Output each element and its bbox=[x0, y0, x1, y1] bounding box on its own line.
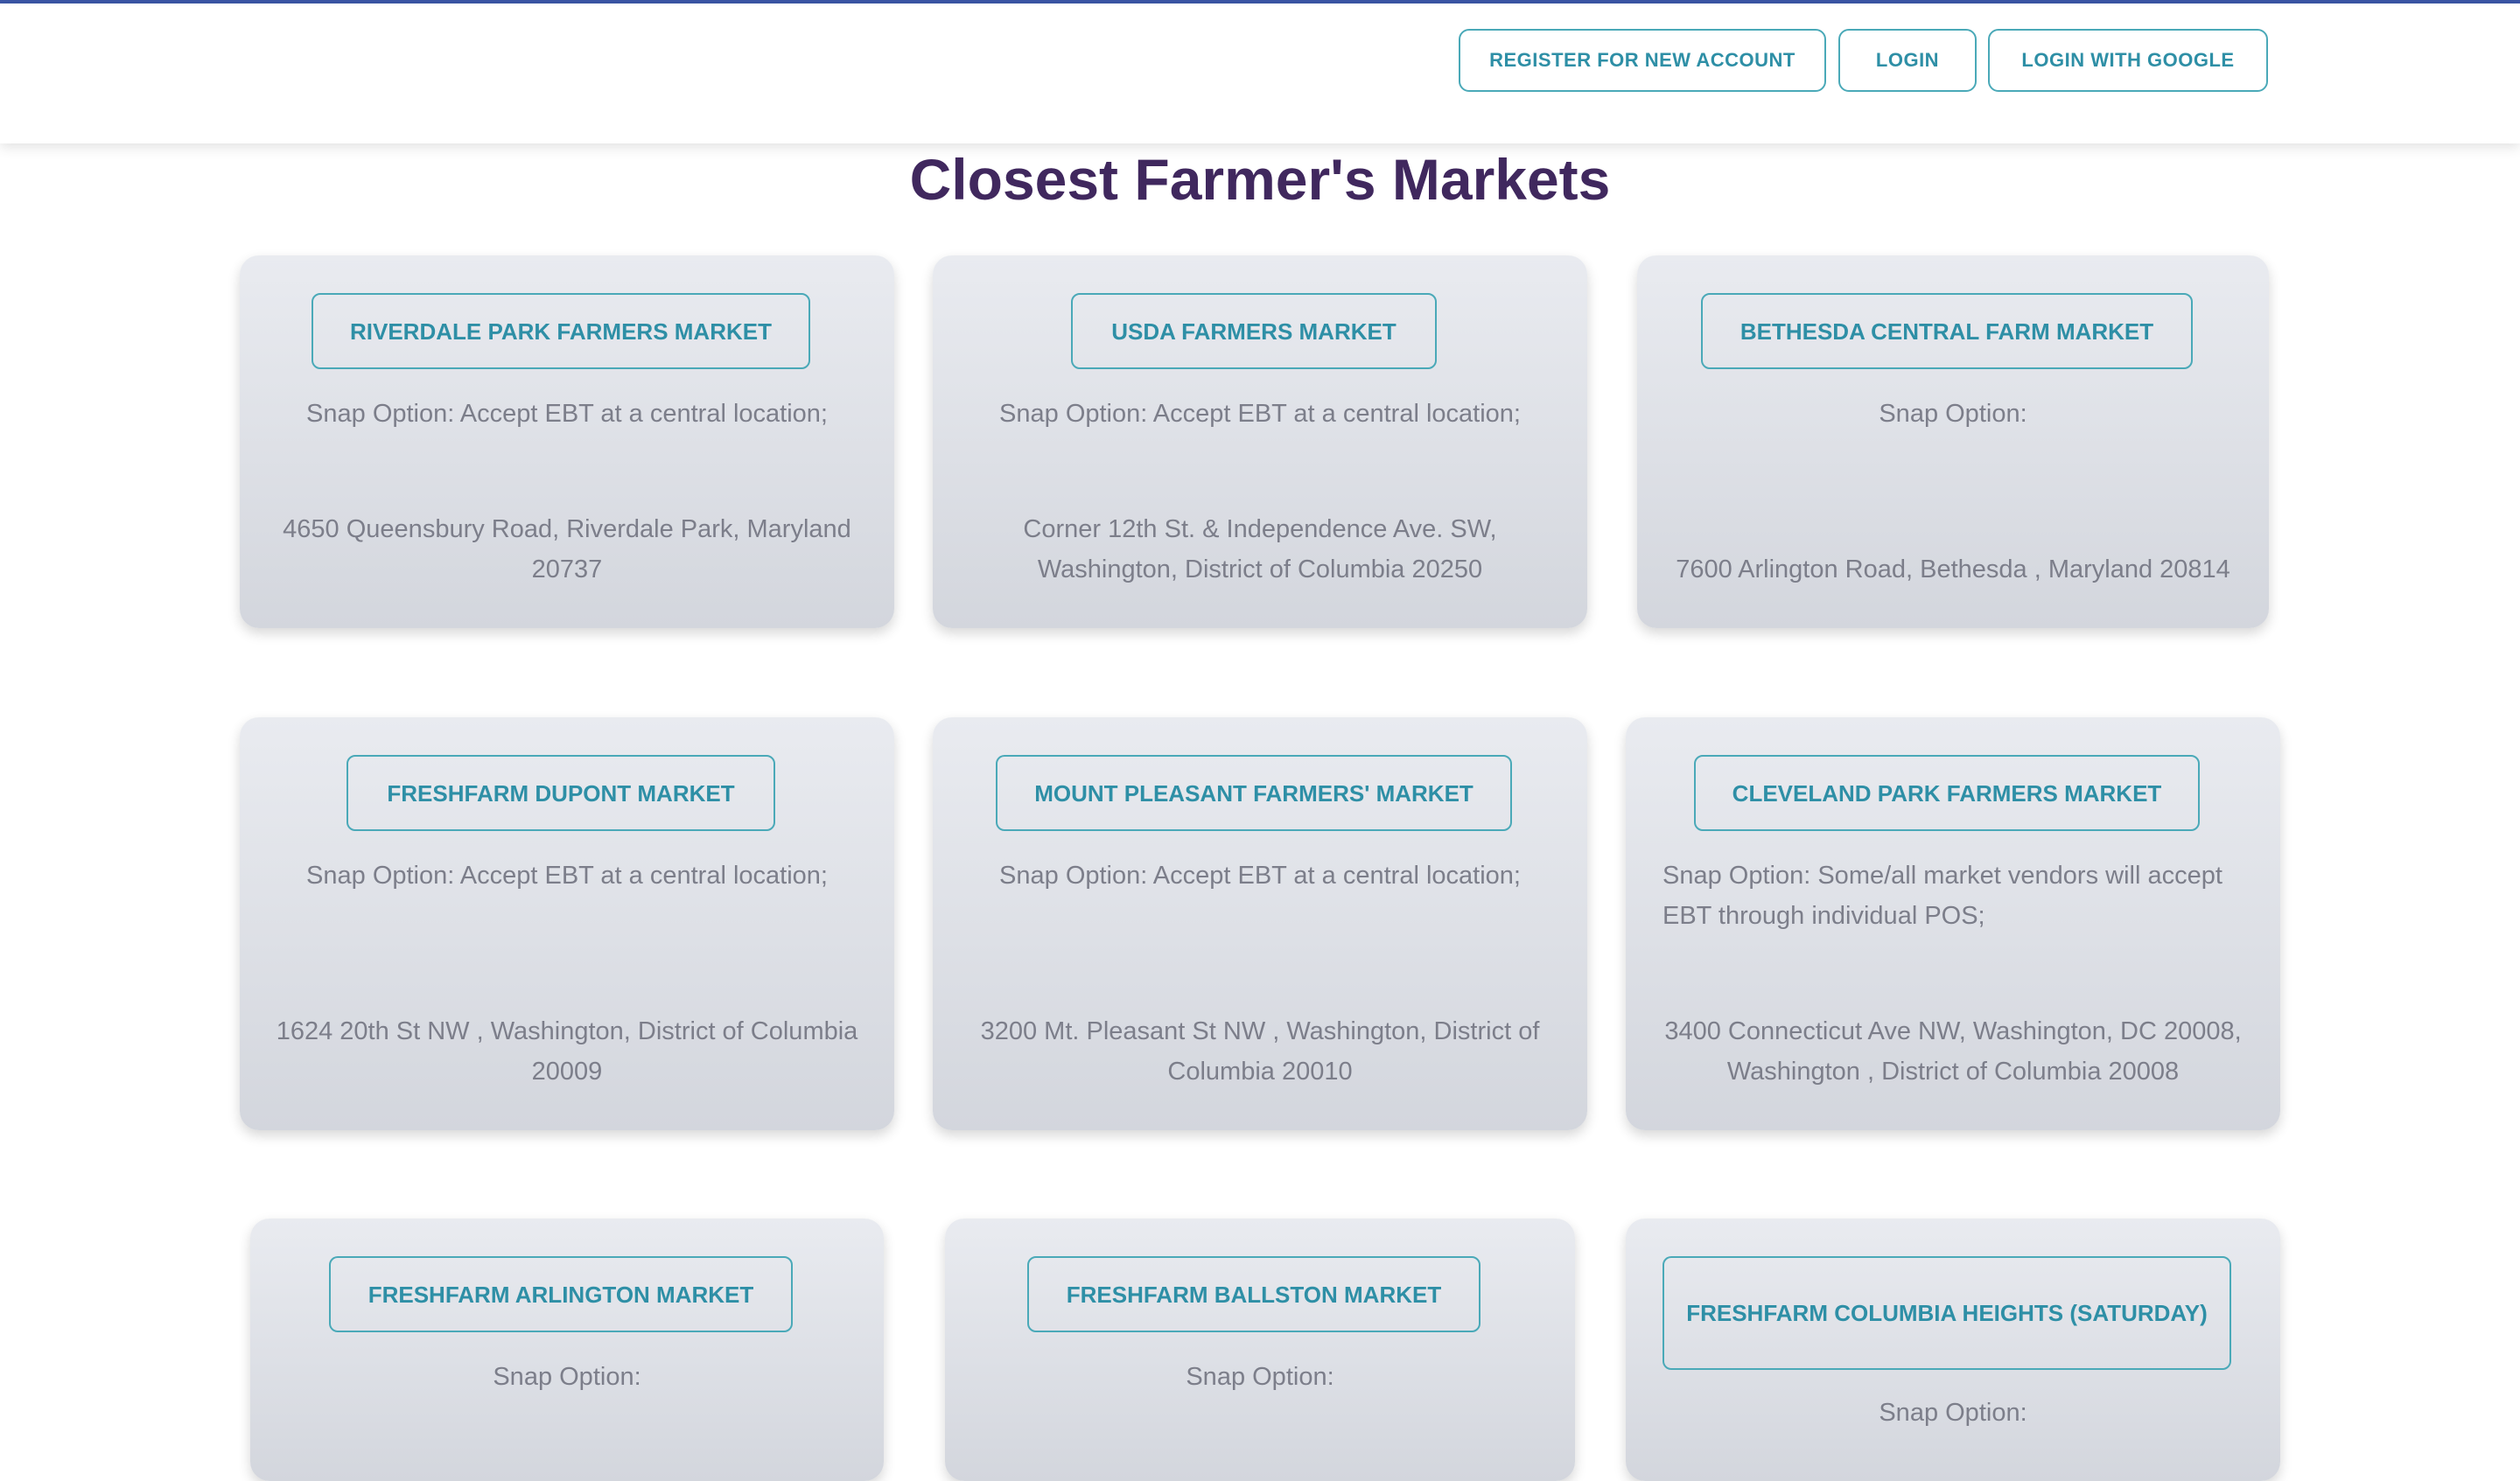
market-card: FRESHFARM ARLINGTON MARKET Snap Option: bbox=[250, 1219, 884, 1481]
snap-option-text: Snap Option: Accept EBT at a central loc… bbox=[999, 862, 1521, 890]
market-card: FRESHFARM COLUMBIA HEIGHTS (SATURDAY) Sn… bbox=[1626, 1219, 2280, 1481]
market-address: Corner 12th St. & Independence Ave. SW, … bbox=[1023, 515, 1497, 583]
market-name-button[interactable]: FRESHFARM COLUMBIA HEIGHTS (SATURDAY) bbox=[1662, 1256, 2231, 1370]
market-card: BETHESDA CENTRAL FARM MARKET Snap Option… bbox=[1637, 255, 2269, 628]
top-nav-bar: REGISTER FOR NEW ACCOUNT LOGIN LOGIN WIT… bbox=[0, 3, 2520, 143]
market-card: MOUNT PLEASANT FARMERS' MARKET Snap Opti… bbox=[933, 717, 1587, 1130]
snap-option-text: Snap Option: Accept EBT at a central loc… bbox=[306, 400, 828, 428]
market-card: CLEVELAND PARK FARMERS MARKET Snap Optio… bbox=[1626, 717, 2280, 1130]
snap-option-text: Snap Option: bbox=[1186, 1363, 1334, 1391]
market-name-button[interactable]: BETHESDA CENTRAL FARM MARKET bbox=[1701, 293, 2193, 369]
snap-option-text: Snap Option: bbox=[493, 1363, 641, 1391]
market-card: RIVERDALE PARK FARMERS MARKET Snap Optio… bbox=[240, 255, 894, 628]
market-card: FRESHFARM BALLSTON MARKET Snap Option: bbox=[945, 1219, 1575, 1481]
market-name-button[interactable]: FRESHFARM BALLSTON MARKET bbox=[1027, 1256, 1480, 1332]
snap-option-text: Snap Option: bbox=[1879, 400, 2027, 428]
register-button[interactable]: REGISTER FOR NEW ACCOUNT bbox=[1459, 29, 1826, 92]
snap-option-text: Snap Option: Accept EBT at a central loc… bbox=[999, 400, 1521, 428]
market-name-button[interactable]: FRESHFARM DUPONT MARKET bbox=[346, 755, 775, 831]
snap-option-text: Snap Option: Accept EBT at a central loc… bbox=[306, 862, 828, 890]
page-title: Closest Farmer's Markets bbox=[909, 147, 1611, 212]
login-button[interactable]: LOGIN bbox=[1838, 29, 1977, 92]
market-name-button[interactable]: MOUNT PLEASANT FARMERS' MARKET bbox=[996, 755, 1512, 831]
market-card: FRESHFARM DUPONT MARKET Snap Option: Acc… bbox=[240, 717, 894, 1130]
market-name-button[interactable]: USDA FARMERS MARKET bbox=[1071, 293, 1437, 369]
market-name-button[interactable]: RIVERDALE PARK FARMERS MARKET bbox=[312, 293, 810, 369]
market-address: 1624 20th St NW , Washington, District o… bbox=[276, 1017, 858, 1086]
market-name-button[interactable]: CLEVELAND PARK FARMERS MARKET bbox=[1694, 755, 2200, 831]
market-name-button[interactable]: FRESHFARM ARLINGTON MARKET bbox=[329, 1256, 793, 1332]
snap-option-text: Snap Option: Some/all market vendors wil… bbox=[1662, 862, 2222, 930]
market-card: USDA FARMERS MARKET Snap Option: Accept … bbox=[933, 255, 1587, 628]
snap-option-text: Snap Option: bbox=[1879, 1399, 2027, 1427]
login-with-google-button[interactable]: LOGIN WITH GOOGLE bbox=[1988, 29, 2268, 92]
market-address: 7600 Arlington Road, Bethesda , Maryland… bbox=[1676, 555, 2230, 583]
market-address: 3400 Connecticut Ave NW, Washington, DC … bbox=[1664, 1017, 2242, 1086]
market-address: 3200 Mt. Pleasant St NW , Washington, Di… bbox=[980, 1017, 1540, 1086]
market-address: 4650 Queensbury Road, Riverdale Park, Ma… bbox=[283, 515, 851, 583]
